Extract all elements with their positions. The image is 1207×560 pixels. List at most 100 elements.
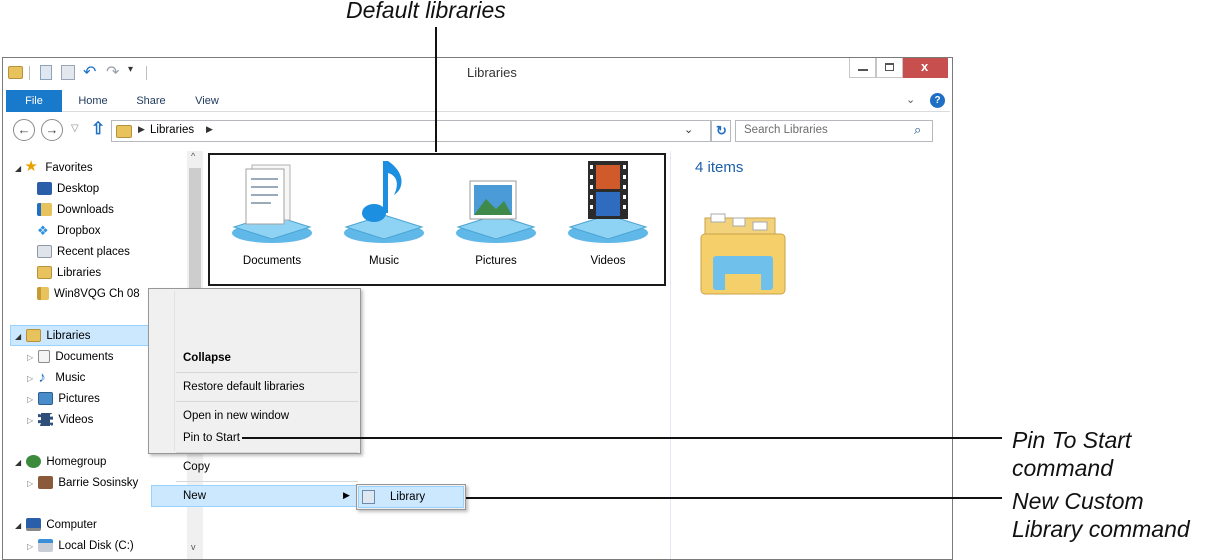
library-tile-documents[interactable]: Documents (216, 155, 328, 284)
expand-arrow-icon: ▷ (27, 416, 34, 425)
tab-view[interactable]: View (182, 90, 232, 112)
expand-arrow-icon: ▷ (27, 353, 34, 362)
expand-arrow-icon: ▷ (27, 479, 34, 488)
submenu-item-library[interactable]: Library (390, 487, 425, 507)
library-tile-music[interactable]: Music (328, 155, 440, 284)
scroll-down-icon[interactable]: v (191, 542, 196, 552)
minimize-button[interactable] (849, 58, 876, 78)
up-arrow-icon[interactable]: ⇧ (91, 119, 105, 139)
tab-share[interactable]: Share (126, 90, 176, 112)
menu-item-collapse-text[interactable]: Collapse (183, 348, 231, 368)
nav-item-win8vqg[interactable]: Win8VQG Ch 08 (37, 284, 140, 305)
properties-icon[interactable] (40, 65, 52, 80)
menu-gutter-line (174, 291, 175, 451)
callout-pin-line1: Pin To Start (1012, 427, 1132, 453)
nav-item-downloads[interactable]: Downloads (37, 200, 114, 221)
expand-arrow-icon: ▷ (27, 395, 34, 404)
libraries-folder-preview-icon (700, 213, 786, 295)
refresh-button[interactable]: ↻ (711, 120, 731, 142)
address-bar[interactable]: ▶ Libraries ▶ ⌄ (111, 120, 711, 142)
nav-item-libraries-fav[interactable]: Libraries (37, 263, 101, 284)
crumb-chevron-icon: ▶ (138, 124, 145, 134)
nav-item-desktop[interactable]: Desktop (37, 179, 99, 200)
nav-item-dropbox[interactable]: ❖ Dropbox (37, 221, 100, 242)
help-icon[interactable]: ? (930, 93, 945, 108)
address-crumb-libraries[interactable]: Libraries (150, 124, 194, 136)
nav-item-music[interactable]: ▷ ♪ Music (27, 368, 85, 389)
customize-qat-icon[interactable]: ▾ (128, 64, 133, 75)
library-tile-videos[interactable]: Videos (552, 155, 664, 284)
nav-item-documents[interactable]: ▷ Documents (27, 347, 114, 368)
context-menu: Collapse (148, 288, 361, 454)
search-icon[interactable]: ⌕ (914, 122, 921, 138)
close-button[interactable]: x (903, 58, 948, 78)
nav-item-label: Barrie Sosinsky (58, 477, 139, 489)
crumb-chevron-end-icon: ▶ (206, 124, 213, 134)
back-button[interactable]: ← (13, 119, 35, 141)
library-tile-pictures[interactable]: Pictures (440, 155, 552, 284)
submenu-arrow-icon: ▶ (343, 490, 350, 500)
menu-item-copy[interactable]: Copy (183, 457, 210, 477)
tab-file[interactable]: File (6, 90, 62, 112)
menu-item-pin-to-start[interactable]: Pin to Start (183, 428, 240, 448)
close-icon: x (921, 59, 929, 74)
scroll-up-icon[interactable]: ^ (191, 151, 195, 161)
computer-icon (26, 518, 42, 532)
pictures-icon (38, 392, 54, 406)
nav-homegroup[interactable]: ◢ Homegroup (15, 452, 106, 473)
music-library-icon (344, 161, 424, 243)
nav-item-recent-places[interactable]: Recent places (37, 242, 130, 263)
nav-computer[interactable]: ◢ Computer (15, 515, 97, 536)
qat-separator (29, 66, 30, 80)
nav-libraries-label: Libraries (46, 330, 91, 342)
qat-end-separator (146, 66, 147, 80)
recent-locations-icon[interactable]: ▽ (71, 123, 79, 134)
nav-item-pictures[interactable]: ▷ Pictures (27, 389, 100, 410)
search-box[interactable]: Search Libraries ⌕ (735, 120, 933, 142)
disk-icon (38, 539, 54, 553)
libraries-icon (37, 266, 52, 280)
title-bar: ↶ ↷ ▾ Libraries x (3, 58, 952, 88)
menu-item-new[interactable]: New (183, 486, 206, 506)
nav-favorites[interactable]: ◢ ★ Favorites (15, 158, 93, 179)
maximize-button[interactable] (876, 58, 903, 78)
nav-item-label: Documents (55, 351, 114, 363)
callout-line-default-libraries (435, 27, 437, 152)
nav-item-videos[interactable]: ▷ Videos (27, 410, 93, 431)
maximize-icon (885, 63, 894, 71)
nav-favorites-label: Favorites (45, 162, 93, 174)
menu-separator (176, 372, 358, 373)
libraries-address-icon (116, 125, 132, 138)
address-dropdown-icon[interactable]: ⌄ (684, 123, 693, 136)
library-icon (362, 490, 375, 504)
pictures-library-icon (456, 180, 536, 243)
item-count: 4 items (695, 159, 744, 176)
callout-new-line2: Library command (1012, 516, 1190, 542)
nav-item-local-disk[interactable]: ▷ Local Disk (C:) (27, 536, 134, 557)
menu-item-restore-default-libraries[interactable]: Restore default libraries (183, 377, 304, 397)
undo-icon[interactable]: ↶ (83, 62, 96, 82)
nav-item-label: Recent places (57, 246, 130, 258)
redo-icon[interactable]: ↷ (106, 62, 119, 82)
callout-pin-line2: command (1012, 455, 1113, 481)
menu-item-open-new-window[interactable]: Open in new window (183, 406, 289, 426)
new-folder-icon[interactable] (61, 65, 75, 80)
expand-ribbon-icon[interactable]: ⌄ (906, 93, 915, 106)
expand-arrow-icon: ▷ (27, 374, 34, 383)
callout-new-line1: New Custom (1012, 488, 1144, 514)
menu-separator (176, 452, 358, 453)
nav-item-label: Pictures (58, 393, 100, 405)
nav-computer-label: Computer (46, 519, 97, 531)
library-label-videos: Videos (590, 255, 626, 267)
collapse-arrow-icon: ◢ (15, 521, 22, 530)
forward-button[interactable]: → (41, 119, 63, 141)
nav-homegroup-label: Homegroup (46, 456, 107, 468)
nav-libraries[interactable]: ◢ Libraries (15, 326, 90, 347)
default-libraries-box: Documents Music Pictures Videos (208, 153, 666, 286)
nav-item-label: Desktop (57, 183, 100, 195)
videos-icon (38, 413, 54, 427)
nav-item-barrie[interactable]: ▷ Barrie Sosinsky (27, 473, 138, 494)
search-input[interactable]: Search Libraries (744, 124, 828, 136)
callout-default-libraries: Default libraries (346, 0, 506, 23)
tab-home[interactable]: Home (68, 90, 118, 112)
